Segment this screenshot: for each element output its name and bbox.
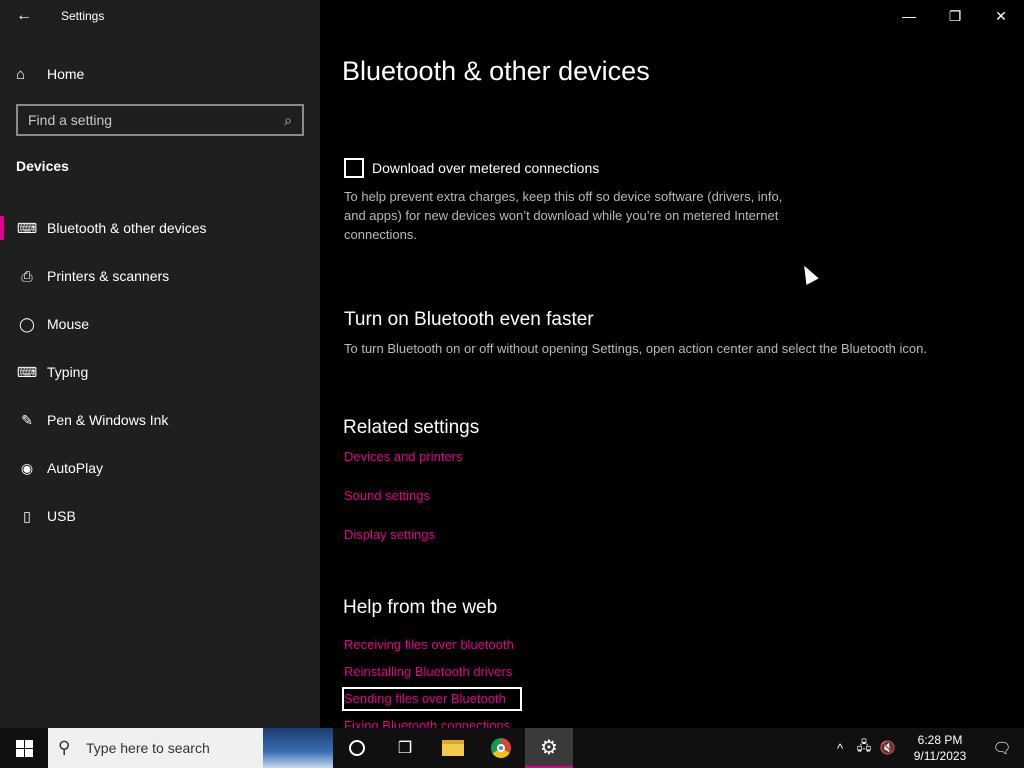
chevron-up-icon[interactable]: ^ <box>828 741 852 756</box>
sidebar-item-autoplay[interactable]: ◉ AutoPlay <box>0 444 320 492</box>
search-highlight-image <box>263 728 333 768</box>
sidebar-item-mouse[interactable]: ◯ Mouse <box>0 300 320 348</box>
find-setting-search: ⌕ <box>16 104 304 136</box>
link-display-settings[interactable]: Display settings <box>344 527 435 542</box>
link-reinstalling-drivers[interactable]: Reinstalling Bluetooth drivers <box>344 664 512 679</box>
folder-icon <box>442 740 464 756</box>
task-view-icon: ❒ <box>397 740 413 757</box>
find-setting-input[interactable] <box>18 112 274 128</box>
search-icon: ⚲ <box>58 738 71 757</box>
search-icon[interactable]: ⌕ <box>274 112 302 129</box>
metered-connections-label[interactable]: Download over metered connections <box>372 160 599 176</box>
clock[interactable]: 6:28 PM 9/11/2023 <box>900 732 980 764</box>
keyboard-icon: ⌨ <box>16 363 38 380</box>
chrome-icon <box>491 738 511 758</box>
taskbar-search-placeholder: Type here to search <box>86 740 210 756</box>
start-button[interactable] <box>0 728 48 768</box>
devices-section-heading: Devices <box>16 158 69 174</box>
clock-time: 6:28 PM <box>917 733 963 747</box>
cortana-icon <box>349 740 365 756</box>
mouse-icon: ◯ <box>19 315 35 332</box>
link-fixing-connections[interactable]: Fixing Bluetooth connections <box>344 718 510 728</box>
metered-description: To help prevent extra charges, keep this… <box>344 189 783 242</box>
volume-muted-icon[interactable]: 🔇 <box>876 740 900 756</box>
task-view-button[interactable]: ❒ <box>381 728 429 768</box>
sidebar-item-label: Bluetooth & other devices <box>47 220 207 236</box>
chrome-button[interactable] <box>477 728 525 768</box>
clock-date: 9/11/2023 <box>913 749 967 763</box>
sidebar-item-pen[interactable]: ✎ Pen & Windows Ink <box>0 396 320 444</box>
file-explorer-button[interactable] <box>429 728 477 768</box>
metered-connections-checkbox-row[interactable]: Download over metered connections <box>344 158 599 178</box>
home-nav-item[interactable]: ⌂ Home <box>16 62 84 86</box>
link-devices-and-printers[interactable]: Devices and printers <box>344 449 463 464</box>
help-heading: Help from the web <box>343 597 498 618</box>
app-title: Settings <box>61 9 105 23</box>
taskbar-search-box[interactable]: ⚲ Type here to search <box>48 728 333 768</box>
usb-icon: ▯ <box>23 507 31 524</box>
sidebar-item-label: AutoPlay <box>47 460 104 476</box>
link-receiving-files[interactable]: Receiving files over bluetooth <box>344 637 514 652</box>
sidebar-item-label: Printers & scanners <box>47 268 170 284</box>
sidebar-item-label: Typing <box>47 364 89 380</box>
windows-logo-icon <box>15 739 33 757</box>
metered-connections-checkbox[interactable] <box>344 158 364 178</box>
home-label: Home <box>47 66 85 82</box>
taskbar: ⚲ Type here to search ❒ ⚙ ^ 🖧 🔇 6:28 PM … <box>0 728 1024 768</box>
settings-sidebar: ← Settings ⌂ Home ⌕ Devices ⌨ Bluetooth … <box>0 0 320 728</box>
sidebar-item-typing[interactable]: ⌨ Typing <box>0 348 320 396</box>
pen-icon: ✎ <box>21 411 33 428</box>
related-settings-heading: Related settings <box>343 417 480 438</box>
gear-icon: ⚙ <box>540 736 558 759</box>
sidebar-item-label: Pen & Windows Ink <box>47 412 169 428</box>
system-tray: ^ 🖧 🔇 6:28 PM 9/11/2023 🗨 <box>828 728 1024 768</box>
sidebar-item-bluetooth[interactable]: ⌨ Bluetooth & other devices <box>0 204 320 252</box>
sidebar-item-label: USB <box>47 508 76 524</box>
faster-description: To turn Bluetooth on or off without open… <box>344 341 927 356</box>
back-arrow-icon[interactable]: ← <box>12 4 36 28</box>
home-icon: ⌂ <box>16 65 26 83</box>
devices-nav-list: ⌨ Bluetooth & other devices ⎙ Printers &… <box>0 204 320 540</box>
sidebar-item-usb[interactable]: ▯ USB <box>0 492 320 540</box>
sidebar-item-printers[interactable]: ⎙ Printers & scanners <box>0 252 320 300</box>
autoplay-icon: ◉ <box>20 459 34 476</box>
cortana-button[interactable] <box>333 728 381 768</box>
network-icon[interactable]: 🖧 <box>852 737 876 759</box>
printer-icon: ⎙ <box>21 267 33 284</box>
notification-center-icon[interactable]: 🗨 <box>980 728 1024 768</box>
bluetooth-devices-icon: ⌨ <box>16 219 38 236</box>
link-sound-settings[interactable]: Sound settings <box>344 488 430 503</box>
settings-content: Bluetooth & other devices Download over … <box>320 0 1024 728</box>
sidebar-item-label: Mouse <box>47 316 90 332</box>
settings-taskbar-button[interactable]: ⚙ <box>525 728 573 768</box>
faster-heading: Turn on Bluetooth even faster <box>344 309 594 330</box>
page-title: Bluetooth & other devices <box>342 56 650 86</box>
link-sending-files[interactable]: Sending files over Bluetooth <box>344 691 506 706</box>
